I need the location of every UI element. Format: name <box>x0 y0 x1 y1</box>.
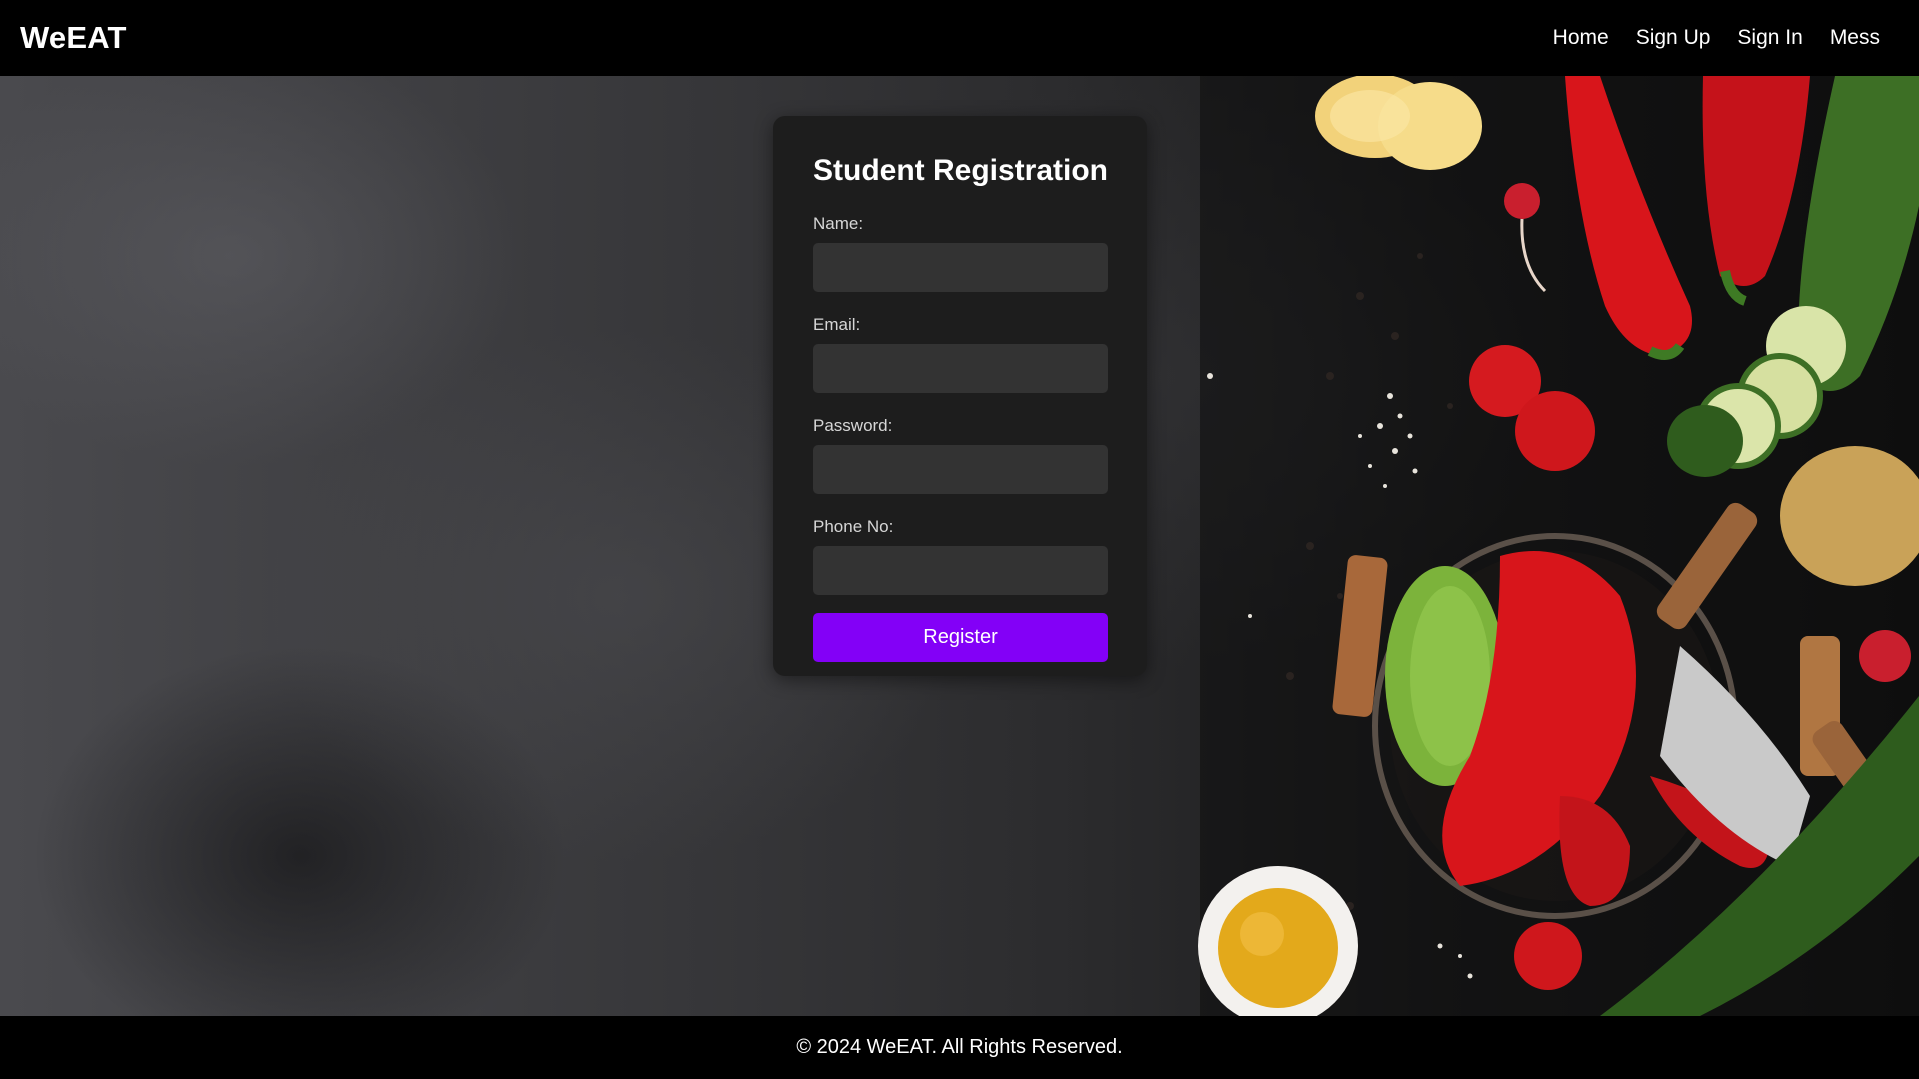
nav-links: Home Sign Up Sign In Mess <box>1553 26 1880 50</box>
nav-link-home[interactable]: Home <box>1553 26 1609 50</box>
phone-input[interactable] <box>813 546 1108 595</box>
nav-link-sign-in[interactable]: Sign In <box>1737 26 1802 50</box>
email-label: Email: <box>813 315 861 334</box>
form-title: Student Registration <box>813 154 1109 187</box>
nav-link-mess[interactable]: Mess <box>1830 26 1880 50</box>
footer: © 2024 WeEAT. All Rights Reserved. <box>0 1016 1919 1079</box>
footer-copyright: © 2024 WeEAT. All Rights Reserved. <box>796 1036 1123 1058</box>
name-input[interactable] <box>813 243 1108 292</box>
navbar: WeEAT Home Sign Up Sign In Mess <box>0 0 1919 76</box>
phone-label: Phone No: <box>813 517 894 536</box>
password-input[interactable] <box>813 445 1108 494</box>
brand-logo[interactable]: WeEAT <box>20 20 127 56</box>
page: WeEAT Home Sign Up Sign In Mess Student … <box>0 0 1919 1079</box>
nav-link-sign-up[interactable]: Sign Up <box>1636 26 1711 50</box>
register-button[interactable]: Register <box>813 613 1108 662</box>
password-label: Password: <box>813 416 893 435</box>
email-input[interactable] <box>813 344 1108 393</box>
name-label: Name: <box>813 214 864 233</box>
registration-card: Student Registration Name: Email: Passwo… <box>773 116 1147 676</box>
